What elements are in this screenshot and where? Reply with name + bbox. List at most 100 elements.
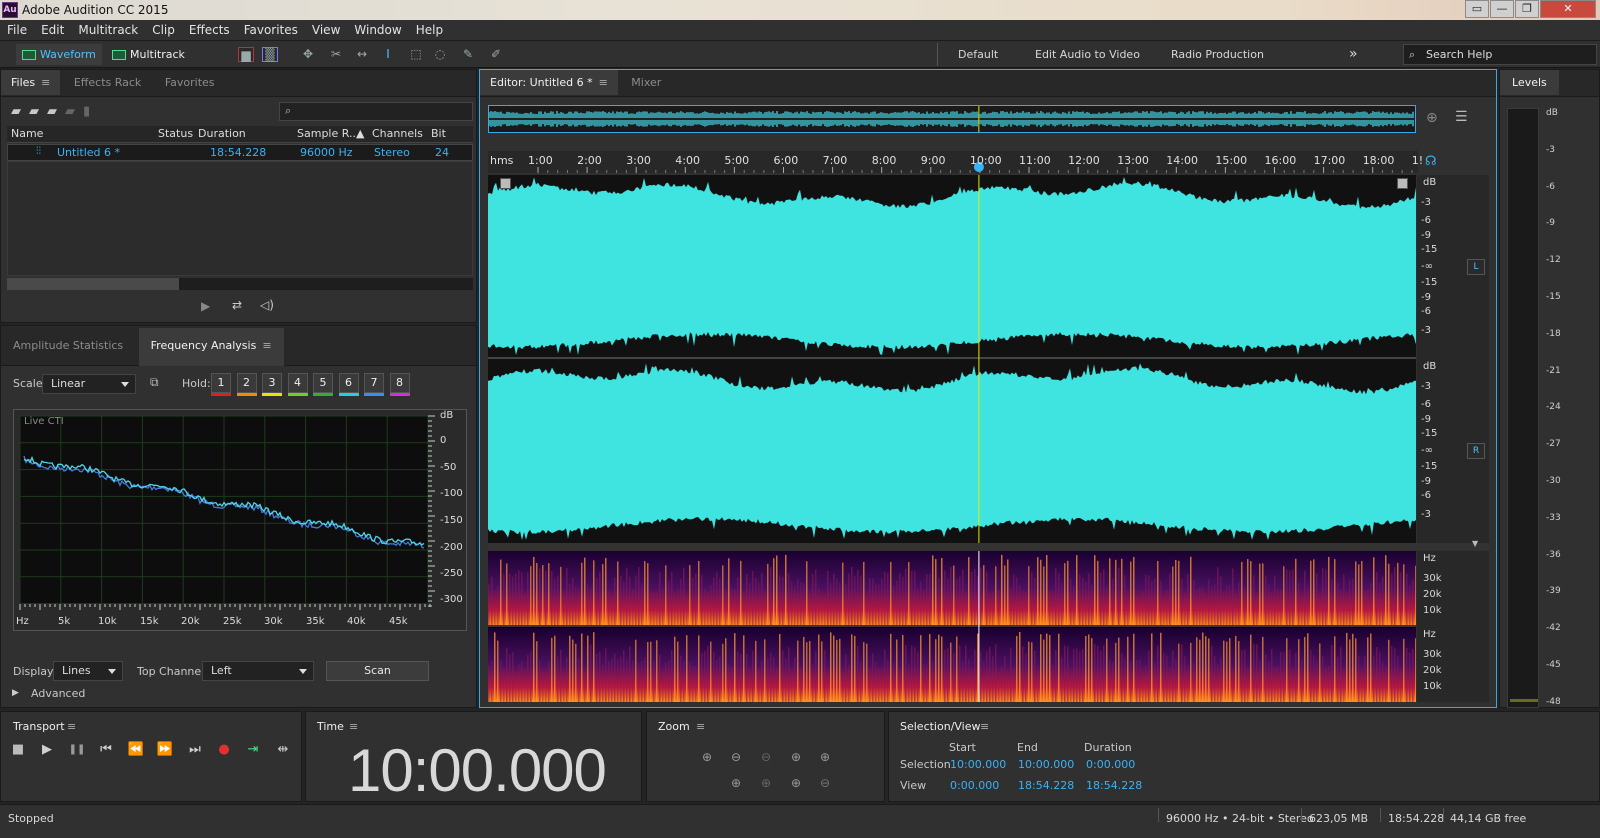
panel-menu-icon[interactable]: ≡ — [67, 720, 76, 733]
panel-menu-icon[interactable]: ≡ — [696, 720, 705, 733]
spot-healing-tool-icon[interactable]: ✐ — [488, 47, 504, 62]
skip-selection-button[interactable]: ⇹ — [273, 740, 293, 760]
hold-button-7[interactable]: 7 — [364, 373, 384, 393]
hold-button-1[interactable]: 1 — [211, 373, 231, 393]
time-display[interactable]: 10:00.000 — [348, 736, 607, 805]
channel-left-toggle[interactable]: L — [1467, 259, 1485, 275]
tab-favorites[interactable]: Favorites — [155, 70, 225, 95]
rewind-button[interactable]: ⏪ — [126, 740, 146, 760]
zoom-to-selection-icon[interactable]: ⊕ — [725, 774, 747, 792]
spectral-display[interactable] — [488, 551, 1416, 702]
view-divider[interactable]: ▼ — [488, 539, 1489, 550]
workspace-radio-production[interactable]: Radio Production — [1171, 45, 1264, 64]
zoom-reset-amplitude-icon[interactable]: ⊖ — [755, 748, 777, 766]
workspace-overflow-icon[interactable]: » — [1349, 45, 1358, 64]
col-duration[interactable]: Duration — [198, 126, 246, 142]
col-channels[interactable]: Channels — [372, 126, 423, 142]
stop-button[interactable]: ■ — [8, 740, 28, 760]
horizontal-scrollbar[interactable] — [7, 278, 473, 290]
zoom-out-full-icon[interactable]: ⊕ — [814, 748, 836, 766]
brush-tool-icon[interactable]: ✎ — [460, 47, 476, 62]
snapshot-icon[interactable]: ⧉ — [150, 375, 166, 391]
window-maximize-button[interactable]: ❐ — [1515, 0, 1539, 18]
hold-button-3[interactable]: 3 — [262, 373, 282, 393]
menu-edit[interactable]: Edit — [34, 20, 71, 41]
search-help-input[interactable]: ⌕ Search Help — [1403, 44, 1597, 65]
zoom-in-left-icon[interactable]: ⊕ — [755, 774, 777, 792]
waveform-view-icon[interactable]: ▆ — [238, 47, 254, 62]
zoom-in-amplitude-icon[interactable]: ⊕ — [696, 748, 718, 766]
selection-end[interactable]: 10:00.000 — [1018, 758, 1074, 771]
col-status[interactable]: Status — [158, 126, 193, 142]
hold-button-4[interactable]: 4 — [287, 373, 308, 393]
move-tool-icon[interactable]: ✥ — [300, 47, 316, 62]
top-channel-dropdown[interactable]: Left — [202, 661, 314, 681]
zoom-out-time-icon[interactable]: ⊖ — [814, 774, 836, 792]
tab-mixer[interactable]: Mixer — [621, 70, 671, 95]
fade-out-handle-icon[interactable] — [1397, 178, 1408, 189]
open-folder-icon[interactable]: ▰ — [11, 104, 29, 119]
view-duration[interactable]: 18:54.228 — [1086, 779, 1142, 792]
workspace-edit-audio-to-video[interactable]: Edit Audio to Video — [1035, 45, 1140, 64]
panel-menu-icon[interactable]: ≡ — [599, 76, 608, 89]
advanced-toggle[interactable]: Advanced — [31, 687, 85, 700]
window-close-button[interactable]: ✕ — [1540, 0, 1596, 18]
tab-frequency-analysis[interactable]: Frequency Analysis ≡ — [138, 328, 284, 366]
files-filter-input[interactable]: ⌕ — [279, 102, 473, 121]
new-file-icon[interactable]: ▰ — [47, 104, 65, 119]
panel-menu-icon[interactable]: ≡ — [980, 720, 989, 733]
tab-amplitude-statistics[interactable]: Amplitude Statistics — [1, 328, 135, 366]
record-button[interactable]: ● — [214, 740, 234, 760]
menu-view[interactable]: View — [305, 20, 347, 41]
waveform-display[interactable] — [488, 175, 1416, 543]
menu-favorites[interactable]: Favorites — [237, 20, 305, 41]
hold-button-5[interactable]: 5 — [313, 373, 333, 393]
tab-editor[interactable]: Editor: Untitled 6 * ≡ — [480, 70, 618, 95]
menu-effects[interactable]: Effects — [182, 20, 237, 41]
multitrack-mode-button[interactable]: Multitrack — [106, 44, 196, 65]
col-name[interactable]: Name — [11, 126, 43, 142]
scale-dropdown[interactable]: Linear — [42, 374, 136, 394]
selection-start[interactable]: 10:00.000 — [950, 758, 1006, 771]
view-end[interactable]: 18:54.228 — [1018, 779, 1074, 792]
window-restore-button[interactable]: ▭ — [1465, 0, 1489, 18]
tab-files[interactable]: Files ≡ — [1, 70, 61, 95]
zoom-in-time-icon[interactable]: ⊕ — [785, 748, 807, 766]
view-start[interactable]: 0:00.000 — [950, 779, 999, 792]
view-options-icon[interactable]: ☰ — [1455, 109, 1468, 125]
zoom-out-amplitude-icon[interactable]: ⊖ — [725, 748, 747, 766]
expand-arrow-icon[interactable]: ▶ — [12, 688, 19, 698]
pause-button[interactable]: ❚❚ — [67, 740, 87, 760]
selection-duration[interactable]: 0:00.000 — [1086, 758, 1135, 771]
chevron-down-icon[interactable]: ▼ — [1472, 539, 1478, 548]
play-button[interactable]: ▶ — [37, 740, 57, 760]
loop-preview-icon[interactable]: ⇄ — [232, 298, 242, 312]
menu-window[interactable]: Window — [347, 20, 408, 41]
waveform-mode-button[interactable]: Waveform — [16, 44, 102, 65]
skip-to-end-button[interactable]: ⏭ — [185, 740, 205, 760]
marquee-tool-icon[interactable]: ⬚ — [408, 47, 424, 62]
channel-right-toggle[interactable]: R — [1467, 443, 1485, 459]
table-row[interactable]: ⫶⫶ Untitled 6 * 18:54.228 96000 Hz Stere… — [7, 144, 473, 161]
scan-button[interactable]: Scan — [326, 661, 429, 681]
menu-multitrack[interactable]: Multitrack — [71, 20, 145, 41]
tab-effects-rack[interactable]: Effects Rack — [64, 70, 151, 95]
menu-file[interactable]: File — [0, 20, 34, 41]
window-minimize-button[interactable]: — — [1490, 0, 1514, 18]
zoom-in-right-icon[interactable]: ⊕ — [785, 774, 807, 792]
razor-tool-icon[interactable]: ✂ — [328, 47, 344, 62]
autoplay-icon[interactable]: ◁) — [260, 298, 274, 312]
delete-icon[interactable]: ▮ — [83, 104, 98, 119]
panel-menu-icon[interactable]: ≡ — [349, 720, 358, 733]
loop-playback-button[interactable]: ⇥ — [243, 740, 263, 760]
workspace-default[interactable]: Default — [958, 45, 998, 64]
headphones-icon[interactable]: ☊ — [1425, 154, 1437, 169]
col-sample-rate[interactable]: Sample R... — [297, 126, 359, 142]
time-ruler[interactable]: hms 1:00 2:00 3:00 4:00 5:00 6:00 7:00 8:00 9:00… — [488, 151, 1423, 173]
hold-button-2[interactable]: 2 — [236, 373, 257, 393]
export-icon[interactable]: ▰ — [65, 104, 83, 119]
panel-menu-icon[interactable]: ≡ — [41, 76, 50, 89]
hold-button-6[interactable]: 6 — [338, 373, 359, 393]
time-selection-tool-icon[interactable]: I — [380, 47, 396, 62]
lasso-tool-icon[interactable]: ◌ — [432, 47, 448, 62]
